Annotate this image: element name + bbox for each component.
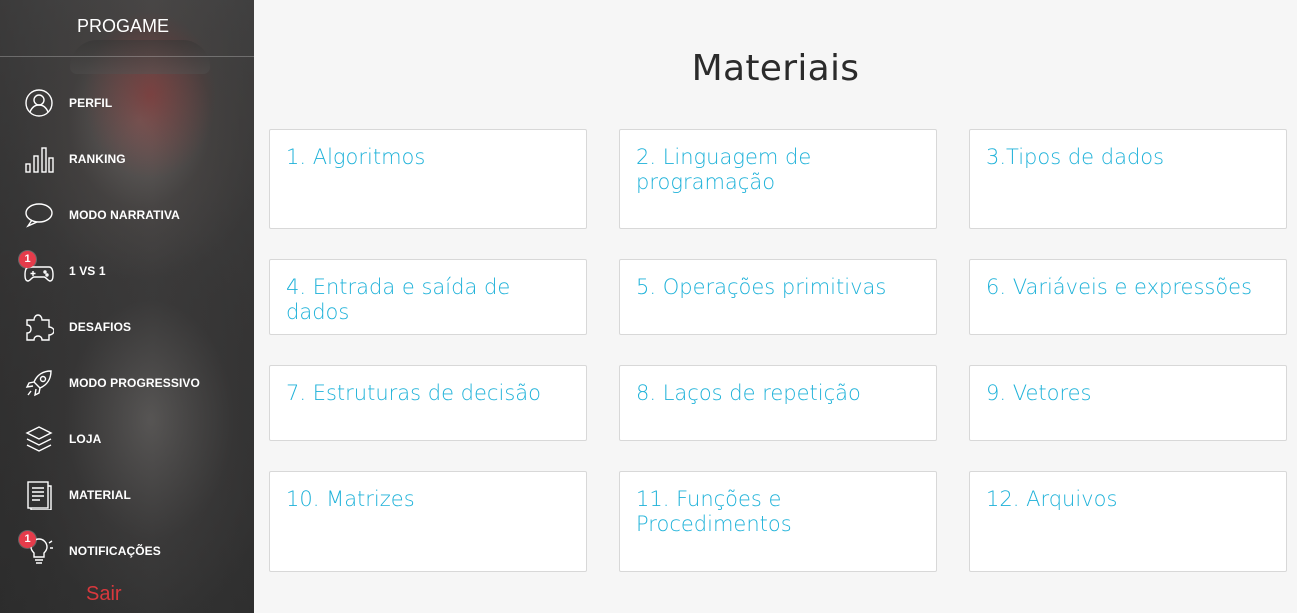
material-card-funcoes[interactable]: 11. Funções e Procedimentos <box>619 471 937 572</box>
card-title: 11. Funções e Procedimentos <box>636 487 792 536</box>
material-card-operacoes[interactable]: 5. Operações primitivas <box>619 259 937 335</box>
sidebar-item-label: LOJA <box>69 432 102 446</box>
bar-chart-icon <box>24 144 54 174</box>
sidebar-item-label: MATERIAL <box>69 488 131 502</box>
brand-text: PROGAME <box>76 16 169 36</box>
card-title: 6. Variáveis e expressões <box>986 275 1253 299</box>
user-icon <box>24 88 54 118</box>
card-title: 10. Matrizes <box>286 487 415 511</box>
material-card-linguagem[interactable]: 2. Linguagem de programação <box>619 129 937 229</box>
material-card-variaveis[interactable]: 6. Variáveis e expressões <box>969 259 1287 335</box>
sidebar-item-loja[interactable]: LOJA <box>0 410 254 466</box>
sidebar-item-perfil[interactable]: PERFIL <box>0 74 254 130</box>
sidebar-item-label: PERFIL <box>69 96 113 110</box>
rocket-icon <box>24 368 54 398</box>
card-title: 1. Algoritmos <box>286 145 426 169</box>
brand-logo[interactable]: PROGAME <box>0 0 254 57</box>
material-card-matrizes[interactable]: 10. Matrizes <box>269 471 587 572</box>
material-card-tipos-de-dados[interactable]: 3.Tipos de dados <box>969 129 1287 229</box>
card-title: 12. Arquivos <box>986 487 1118 511</box>
logout-link[interactable]: Sair <box>86 583 122 606</box>
sidebar-item-label: 1 VS 1 <box>69 264 106 278</box>
sidebar-item-label: DESAFIOS <box>69 320 132 334</box>
puzzle-icon <box>24 312 54 342</box>
sidebar-item-label: RANKING <box>69 152 126 166</box>
card-title: 7. Estruturas de decisão <box>286 381 541 405</box>
sidebar-menu: PERFIL RANKING MODO NARRATIVA 1 1 VS 1 D… <box>0 74 254 578</box>
material-card-algoritmos[interactable]: 1. Algoritmos <box>269 129 587 229</box>
layers-icon <box>24 424 54 454</box>
sidebar-item-label: MODO PROGRESSIVO <box>69 376 200 390</box>
sidebar: PROGAME PERFIL RANKING MODO NARRATIVA 1 <box>0 0 254 613</box>
sidebar-item-modo-narrativa[interactable]: MODO NARRATIVA <box>0 186 254 242</box>
sidebar-item-modo-progressivo[interactable]: MODO PROGRESSIVO <box>0 354 254 410</box>
sidebar-item-notificacoes[interactable]: 1 NOTIFICAÇÕES <box>0 522 254 578</box>
document-icon <box>24 480 54 510</box>
card-title: 4. Entrada e saída de dados <box>286 275 511 324</box>
card-title: 8. Laços de repetição <box>636 381 861 405</box>
card-title: 5. Operações primitivas <box>636 275 887 299</box>
speech-bubble-icon <box>24 200 54 230</box>
material-card-entrada-saida[interactable]: 4. Entrada e saída de dados <box>269 259 587 335</box>
notification-badge: 1 <box>19 531 36 548</box>
material-card-estruturas-decisao[interactable]: 7. Estruturas de decisão <box>269 365 587 441</box>
card-title: 9. Vetores <box>986 381 1092 405</box>
sidebar-item-material[interactable]: MATERIAL <box>0 466 254 522</box>
sidebar-item-ranking[interactable]: RANKING <box>0 130 254 186</box>
main-content: Materiais 1. Algoritmos 2. Linguagem de … <box>254 0 1297 613</box>
sidebar-item-desafios[interactable]: DESAFIOS <box>0 298 254 354</box>
sidebar-item-label: MODO NARRATIVA <box>69 208 180 222</box>
material-card-arquivos[interactable]: 12. Arquivos <box>969 471 1287 572</box>
sidebar-item-label: NOTIFICAÇÕES <box>69 544 161 558</box>
sidebar-item-1vs1[interactable]: 1 1 VS 1 <box>0 242 254 298</box>
material-card-vetores[interactable]: 9. Vetores <box>969 365 1287 441</box>
notification-badge: 1 <box>19 251 36 268</box>
material-card-lacos[interactable]: 8. Laços de repetição <box>619 365 937 441</box>
card-title: 3.Tipos de dados <box>986 145 1165 169</box>
page-title: Materiais <box>691 48 860 90</box>
card-title: 2. Linguagem de programação <box>636 145 812 194</box>
